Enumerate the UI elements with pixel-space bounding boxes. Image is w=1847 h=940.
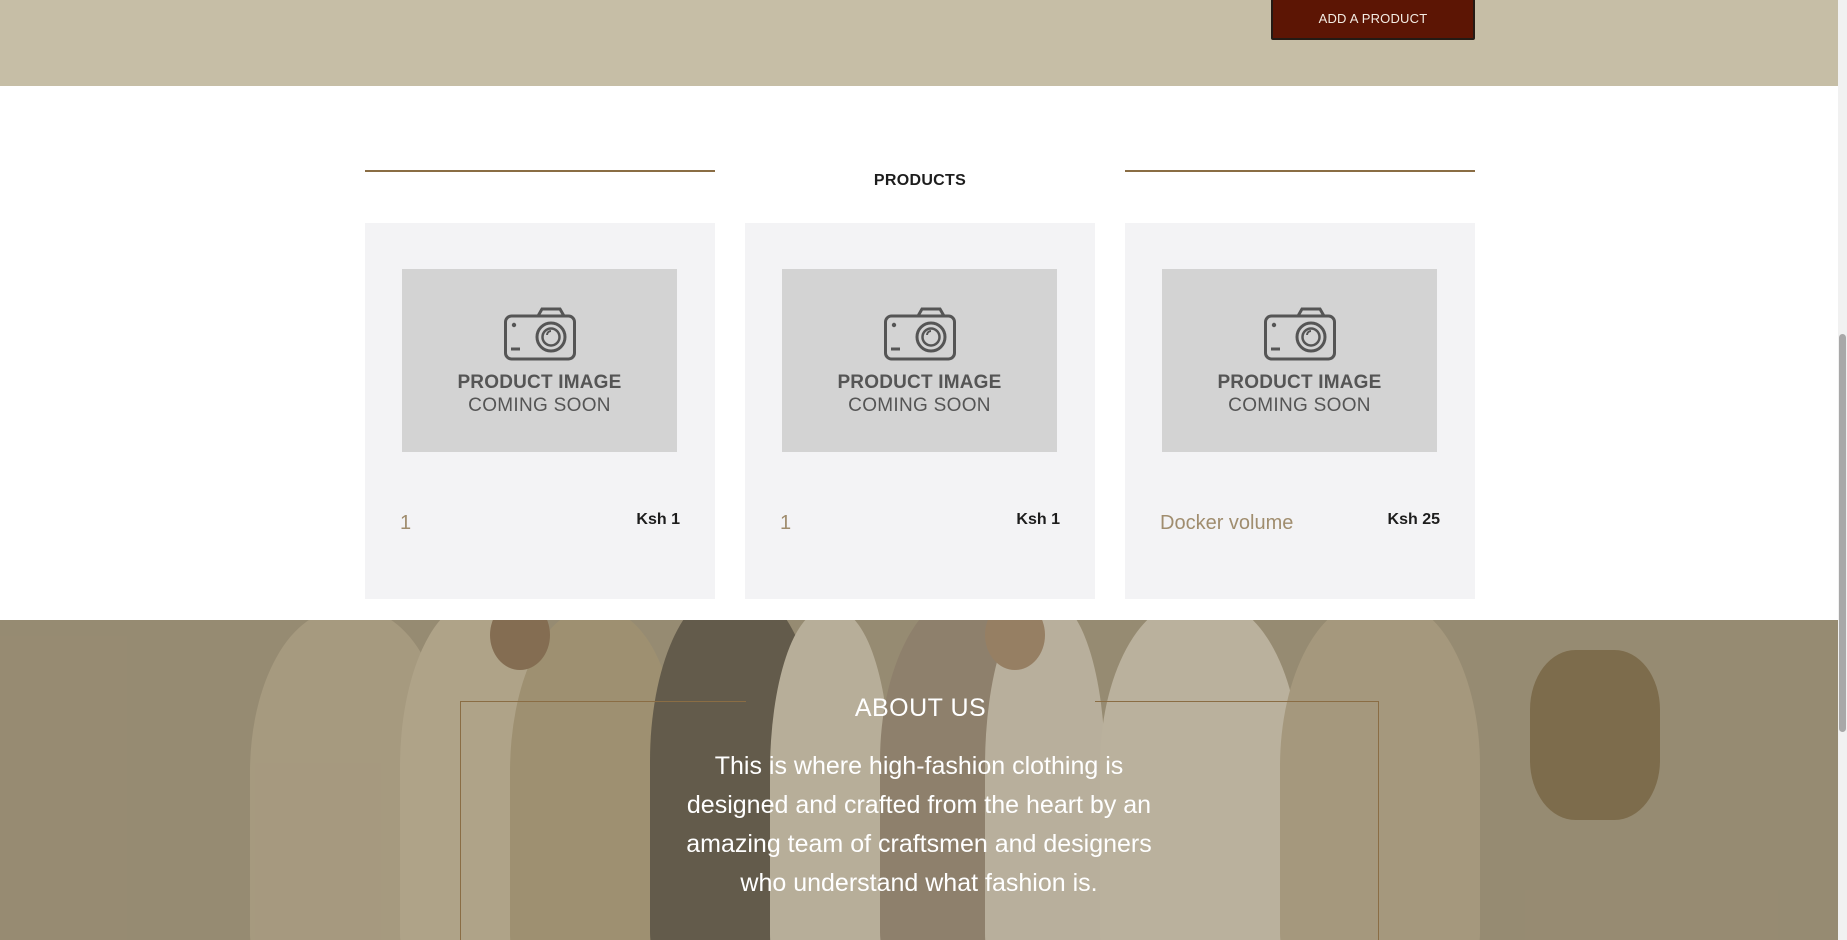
- about-frame-top-left: [460, 701, 746, 702]
- page: ADD A PRODUCT PRODUCTS PRODUCT IMAGE COM…: [0, 0, 1847, 940]
- product-name[interactable]: 1: [400, 512, 411, 535]
- product-name[interactable]: Docker volume: [1160, 512, 1293, 535]
- product-image-placeholder[interactable]: PRODUCT IMAGE COMING SOON: [782, 269, 1057, 452]
- product-price: Ksh 1: [1016, 511, 1060, 528]
- top-banner: ADD A PRODUCT: [0, 0, 1838, 86]
- product-price: Ksh 25: [1387, 511, 1440, 528]
- placeholder-subtitle: COMING SOON: [848, 395, 991, 416]
- camera-icon: [504, 307, 576, 361]
- products-section: PRODUCTS PRODUCT IMAGE COMING SOON 1 Ksh…: [0, 86, 1838, 620]
- placeholder-title: PRODUCT IMAGE: [837, 372, 1002, 393]
- product-card[interactable]: PRODUCT IMAGE COMING SOON 1 Ksh 1: [745, 223, 1095, 599]
- product-image-placeholder[interactable]: PRODUCT IMAGE COMING SOON: [402, 269, 677, 452]
- camera-icon: [884, 307, 956, 361]
- product-name[interactable]: 1: [780, 512, 791, 535]
- section-divider-left: [365, 170, 715, 172]
- about-section: ABOUT US This is where high-fashion clot…: [0, 620, 1838, 940]
- about-paragraph: This is where high-fashion clothing is d…: [686, 752, 1152, 897]
- product-card[interactable]: PRODUCT IMAGE COMING SOON Docker volume …: [1125, 223, 1475, 599]
- add-product-button[interactable]: ADD A PRODUCT: [1271, 0, 1475, 40]
- about-frame-top-right: [1095, 701, 1378, 702]
- placeholder-title: PRODUCT IMAGE: [1217, 372, 1382, 393]
- product-image-placeholder[interactable]: PRODUCT IMAGE COMING SOON: [1162, 269, 1437, 452]
- product-price: Ksh 1: [636, 511, 680, 528]
- scrollbar-thumb[interactable]: [1839, 334, 1846, 732]
- products-heading: PRODUCTS: [873, 172, 967, 189]
- placeholder-title: PRODUCT IMAGE: [457, 372, 622, 393]
- placeholder-subtitle: COMING SOON: [468, 395, 611, 416]
- placeholder-subtitle: COMING SOON: [1228, 395, 1371, 416]
- product-card[interactable]: PRODUCT IMAGE COMING SOON 1 Ksh 1: [365, 223, 715, 599]
- camera-icon: [1264, 307, 1336, 361]
- about-heading: ABOUT US: [854, 694, 987, 722]
- section-divider-right: [1125, 170, 1475, 172]
- vertical-scrollbar[interactable]: [1838, 0, 1847, 940]
